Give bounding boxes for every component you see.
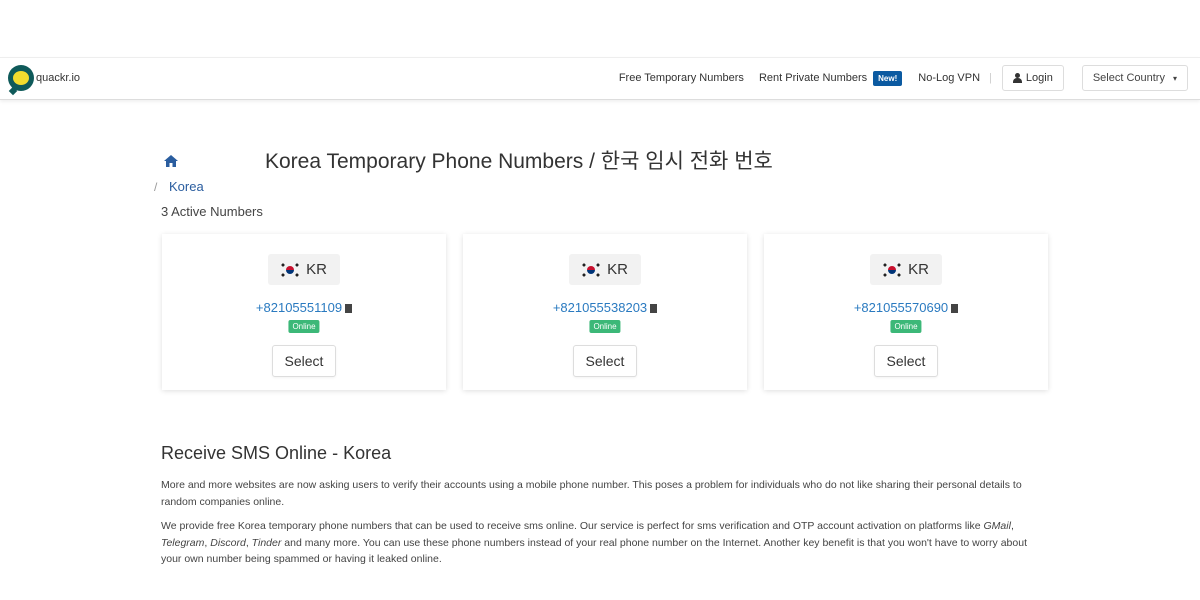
korea-flag-icon — [281, 262, 300, 277]
platform-gmail: GMail — [983, 520, 1011, 532]
nav-rent-private-numbers[interactable]: Rent Private Numbers — [759, 72, 867, 84]
phone-row: +821055570690 — [764, 300, 1048, 315]
text: and many more. You can use these phone n… — [161, 536, 1027, 566]
korea-flag-icon — [883, 262, 902, 277]
nav-free-temporary-numbers[interactable]: Free Temporary Numbers — [619, 72, 744, 84]
phone-row: +82105551109 — [162, 300, 446, 315]
country-code: KR — [607, 261, 628, 278]
phone-number-link[interactable]: +821055538203 — [553, 300, 647, 315]
status-badge: Online — [589, 320, 621, 333]
breadcrumb-separator: / — [154, 180, 158, 194]
korea-flag-icon — [582, 262, 601, 277]
section-heading: Receive SMS Online - Korea — [161, 443, 392, 463]
active-numbers-count: 3 Active Numbers — [161, 204, 263, 219]
number-card: KR +821055570690 Online Select — [764, 234, 1048, 390]
phone-number-link[interactable]: +821055570690 — [854, 300, 948, 315]
number-card: KR +821055538203 Online Select — [463, 234, 747, 390]
brand-name: quackr.io — [36, 72, 81, 84]
select-button[interactable]: Select — [573, 345, 637, 377]
service-paragraph: We provide free Korea temporary phone nu… — [161, 518, 1041, 568]
country-code: KR — [306, 261, 327, 278]
phone-row: +821055538203 — [463, 300, 747, 315]
nav-separator: | — [989, 72, 992, 84]
intro-paragraph: More and more websites are now asking us… — [161, 479, 1022, 508]
select-button[interactable]: Select — [874, 345, 938, 377]
navbar: quackr.io Free Temporary Numbers Rent Pr… — [0, 57, 1200, 100]
platform-telegram: Telegram — [161, 536, 205, 549]
status-badge: Online — [288, 320, 320, 333]
platform-tinder: Tinder — [251, 536, 282, 549]
phone-number-link[interactable]: +82105551109 — [256, 300, 342, 315]
brand-link[interactable]: quackr.io — [8, 65, 80, 91]
select-country-label: Select Country — [1092, 72, 1165, 84]
page-title: Korea Temporary Phone Numbers / 한국 임시 전화… — [265, 150, 773, 173]
copy-icon[interactable] — [648, 304, 658, 314]
nav-no-log-vpn[interactable]: No-Log VPN — [918, 72, 980, 84]
country-pill: KR — [870, 254, 942, 285]
country-pill: KR — [268, 254, 340, 285]
login-button[interactable]: Login — [1001, 65, 1064, 91]
nav-links: Free Temporary Numbers Rent Private Numb… — [619, 65, 1188, 91]
text: We provide free Korea temporary phone nu… — [161, 520, 984, 532]
copy-icon[interactable] — [949, 304, 959, 314]
chevron-down-icon: ▾ — [1172, 73, 1177, 83]
user-icon — [1012, 73, 1022, 83]
platform-discord: Discord — [210, 536, 246, 549]
select-country-dropdown[interactable]: Select Country ▾ — [1081, 65, 1188, 91]
breadcrumb-korea[interactable]: Korea — [169, 179, 204, 194]
country-pill: KR — [569, 254, 641, 285]
select-button[interactable]: Select — [272, 345, 336, 377]
status-badge: Online — [890, 320, 922, 333]
new-badge: New! — [873, 70, 903, 86]
copy-icon[interactable] — [343, 304, 353, 314]
text: , — [1010, 520, 1014, 532]
duck-logo-icon — [8, 65, 34, 91]
number-card: KR +82105551109 Online Select — [162, 234, 446, 390]
home-icon[interactable] — [163, 154, 179, 168]
country-code: KR — [908, 261, 929, 278]
login-label: Login — [1025, 72, 1053, 84]
